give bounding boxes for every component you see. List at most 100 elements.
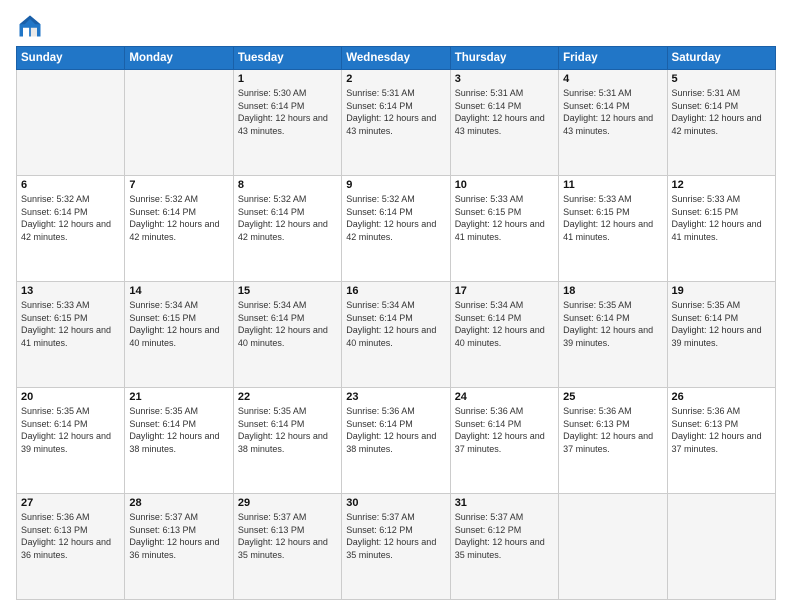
day-info: Sunrise: 5:36 AMSunset: 6:14 PMDaylight:…: [455, 405, 554, 455]
day-number: 24: [455, 391, 554, 403]
day-number: 4: [563, 73, 662, 85]
calendar-cell: [125, 70, 233, 176]
weekday-header: Monday: [125, 47, 233, 70]
day-info: Sunrise: 5:33 AMSunset: 6:15 PMDaylight:…: [563, 193, 662, 243]
day-info: Sunrise: 5:30 AMSunset: 6:14 PMDaylight:…: [238, 87, 337, 137]
day-info: Sunrise: 5:37 AMSunset: 6:13 PMDaylight:…: [238, 511, 337, 561]
calendar-cell: 23 Sunrise: 5:36 AMSunset: 6:14 PMDayligh…: [342, 388, 450, 494]
day-number: 29: [238, 497, 337, 509]
calendar-cell: 3 Sunrise: 5:31 AMSunset: 6:14 PMDaylight…: [450, 70, 558, 176]
day-number: 31: [455, 497, 554, 509]
calendar-week-row: 20 Sunrise: 5:35 AMSunset: 6:14 PMDayligh…: [17, 388, 776, 494]
weekday-header-row: SundayMondayTuesdayWednesdayThursdayFrid…: [17, 47, 776, 70]
calendar-cell: 15 Sunrise: 5:34 AMSunset: 6:14 PMDayligh…: [233, 282, 341, 388]
calendar-week-row: 1Sunrise: 5:30 AMSunset: 6:14 PMDaylight…: [17, 70, 776, 176]
day-info: Sunrise: 5:32 AMSunset: 6:14 PMDaylight:…: [21, 193, 120, 243]
calendar-cell: 6 Sunrise: 5:32 AMSunset: 6:14 PMDaylight…: [17, 176, 125, 282]
day-number: 7: [129, 179, 228, 191]
calendar-cell: 18 Sunrise: 5:35 AMSunset: 6:14 PMDayligh…: [559, 282, 667, 388]
weekday-header: Friday: [559, 47, 667, 70]
day-number: 30: [346, 497, 445, 509]
logo: [16, 12, 48, 40]
day-info: Sunrise: 5:34 AMSunset: 6:14 PMDaylight:…: [455, 299, 554, 349]
day-info: Sunrise: 5:32 AMSunset: 6:14 PMDaylight:…: [346, 193, 445, 243]
day-info: Sunrise: 5:34 AMSunset: 6:15 PMDaylight:…: [129, 299, 228, 349]
day-number: 10: [455, 179, 554, 191]
day-info: Sunrise: 5:35 AMSunset: 6:14 PMDaylight:…: [672, 299, 771, 349]
day-number: 3: [455, 73, 554, 85]
day-info: Sunrise: 5:32 AMSunset: 6:14 PMDaylight:…: [129, 193, 228, 243]
day-info: Sunrise: 5:37 AMSunset: 6:12 PMDaylight:…: [455, 511, 554, 561]
day-info: Sunrise: 5:36 AMSunset: 6:14 PMDaylight:…: [346, 405, 445, 455]
day-info: Sunrise: 5:33 AMSunset: 6:15 PMDaylight:…: [455, 193, 554, 243]
weekday-header: Saturday: [667, 47, 775, 70]
logo-icon: [16, 12, 44, 40]
day-number: 9: [346, 179, 445, 191]
calendar-cell: 21Sunrise: 5:35 AMSunset: 6:14 PMDayligh…: [125, 388, 233, 494]
calendar-cell: 24 Sunrise: 5:36 AMSunset: 6:14 PMDayligh…: [450, 388, 558, 494]
day-info: Sunrise: 5:31 AMSunset: 6:14 PMDaylight:…: [346, 87, 445, 137]
day-info: Sunrise: 5:35 AMSunset: 6:14 PMDaylight:…: [21, 405, 120, 455]
day-number: 2: [346, 73, 445, 85]
calendar-cell: 5 Sunrise: 5:31 AMSunset: 6:14 PMDaylight…: [667, 70, 775, 176]
day-number: 5: [672, 73, 771, 85]
day-info: Sunrise: 5:34 AMSunset: 6:14 PMDaylight:…: [238, 299, 337, 349]
day-info: Sunrise: 5:31 AMSunset: 6:14 PMDaylight:…: [455, 87, 554, 137]
calendar-cell: 27 Sunrise: 5:36 AMSunset: 6:13 PMDayligh…: [17, 494, 125, 600]
calendar-cell: 8Sunrise: 5:32 AMSunset: 6:14 PMDaylight…: [233, 176, 341, 282]
day-number: 25: [563, 391, 662, 403]
calendar-cell: 25 Sunrise: 5:36 AMSunset: 6:13 PMDayligh…: [559, 388, 667, 494]
day-number: 15: [238, 285, 337, 297]
calendar-cell: 30Sunrise: 5:37 AMSunset: 6:12 PMDayligh…: [342, 494, 450, 600]
day-number: 11: [563, 179, 662, 191]
calendar-cell: 19 Sunrise: 5:35 AMSunset: 6:14 PMDayligh…: [667, 282, 775, 388]
calendar-cell: 26Sunrise: 5:36 AMSunset: 6:13 PMDayligh…: [667, 388, 775, 494]
day-number: 21: [129, 391, 228, 403]
day-info: Sunrise: 5:35 AMSunset: 6:14 PMDaylight:…: [563, 299, 662, 349]
calendar-cell: 4 Sunrise: 5:31 AMSunset: 6:14 PMDaylight…: [559, 70, 667, 176]
weekday-header: Tuesday: [233, 47, 341, 70]
day-number: 12: [672, 179, 771, 191]
weekday-header: Sunday: [17, 47, 125, 70]
day-number: 18: [563, 285, 662, 297]
day-info: Sunrise: 5:36 AMSunset: 6:13 PMDaylight:…: [21, 511, 120, 561]
day-info: Sunrise: 5:35 AMSunset: 6:14 PMDaylight:…: [238, 405, 337, 455]
weekday-header: Thursday: [450, 47, 558, 70]
header: [16, 12, 776, 40]
day-number: 23: [346, 391, 445, 403]
day-number: 13: [21, 285, 120, 297]
day-number: 28: [129, 497, 228, 509]
calendar-cell: 10 Sunrise: 5:33 AMSunset: 6:15 PMDayligh…: [450, 176, 558, 282]
day-number: 20: [21, 391, 120, 403]
calendar-cell: 29 Sunrise: 5:37 AMSunset: 6:13 PMDayligh…: [233, 494, 341, 600]
day-number: 19: [672, 285, 771, 297]
day-info: Sunrise: 5:31 AMSunset: 6:14 PMDaylight:…: [672, 87, 771, 137]
day-info: Sunrise: 5:36 AMSunset: 6:13 PMDaylight:…: [563, 405, 662, 455]
calendar-cell: 22 Sunrise: 5:35 AMSunset: 6:14 PMDayligh…: [233, 388, 341, 494]
calendar-cell: 13 Sunrise: 5:33 AMSunset: 6:15 PMDayligh…: [17, 282, 125, 388]
day-number: 17: [455, 285, 554, 297]
day-number: 6: [21, 179, 120, 191]
calendar-cell: 11 Sunrise: 5:33 AMSunset: 6:15 PMDayligh…: [559, 176, 667, 282]
day-info: Sunrise: 5:32 AMSunset: 6:14 PMDaylight:…: [238, 193, 337, 243]
calendar-cell: 12 Sunrise: 5:33 AMSunset: 6:15 PMDayligh…: [667, 176, 775, 282]
calendar-table: SundayMondayTuesdayWednesdayThursdayFrid…: [16, 46, 776, 600]
calendar-cell: 7 Sunrise: 5:32 AMSunset: 6:14 PMDaylight…: [125, 176, 233, 282]
day-info: Sunrise: 5:36 AMSunset: 6:13 PMDaylight:…: [672, 405, 771, 455]
day-info: Sunrise: 5:34 AMSunset: 6:14 PMDaylight:…: [346, 299, 445, 349]
calendar-cell: 14Sunrise: 5:34 AMSunset: 6:15 PMDayligh…: [125, 282, 233, 388]
calendar-cell: [559, 494, 667, 600]
calendar-week-row: 13 Sunrise: 5:33 AMSunset: 6:15 PMDayligh…: [17, 282, 776, 388]
day-info: Sunrise: 5:33 AMSunset: 6:15 PMDaylight:…: [21, 299, 120, 349]
calendar-cell: [17, 70, 125, 176]
day-number: 27: [21, 497, 120, 509]
calendar-cell: 2 Sunrise: 5:31 AMSunset: 6:14 PMDaylight…: [342, 70, 450, 176]
day-info: Sunrise: 5:37 AMSunset: 6:13 PMDaylight:…: [129, 511, 228, 561]
day-info: Sunrise: 5:33 AMSunset: 6:15 PMDaylight:…: [672, 193, 771, 243]
day-info: Sunrise: 5:31 AMSunset: 6:14 PMDaylight:…: [563, 87, 662, 137]
page: SundayMondayTuesdayWednesdayThursdayFrid…: [0, 0, 792, 612]
calendar-cell: 28 Sunrise: 5:37 AMSunset: 6:13 PMDayligh…: [125, 494, 233, 600]
day-number: 22: [238, 391, 337, 403]
calendar-cell: 20 Sunrise: 5:35 AMSunset: 6:14 PMDayligh…: [17, 388, 125, 494]
calendar-cell: [667, 494, 775, 600]
